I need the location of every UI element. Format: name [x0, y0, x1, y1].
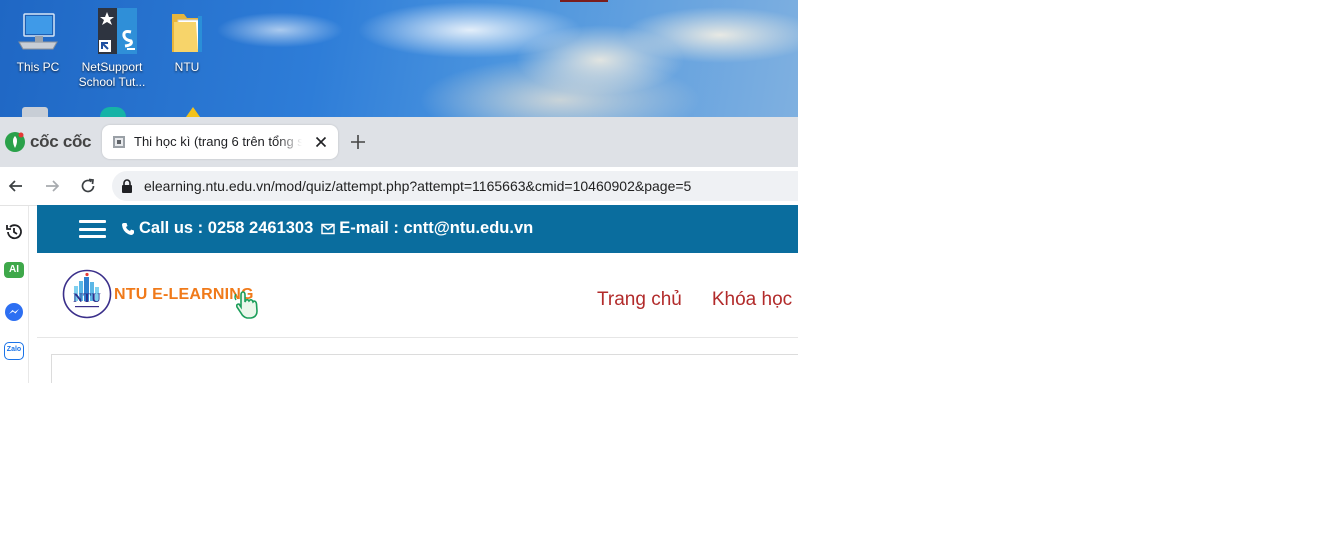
- ntu-logo[interactable]: NTU: [62, 269, 112, 319]
- desktop-icon-partial[interactable]: [22, 107, 48, 117]
- phone-text: Call us : 0258 2461303: [139, 219, 314, 237]
- zalo-label: Zalo: [6, 346, 22, 353]
- zalo-icon[interactable]: Zalo: [4, 342, 24, 360]
- this-pc-icon: [15, 8, 61, 54]
- desktop-icon-label: NTU: [174, 60, 200, 74]
- logo-text: NTU: [73, 290, 101, 305]
- folder-icon: [164, 8, 210, 54]
- url-text[interactable]: elearning.ntu.edu.vn/mod/quiz/attempt.ph…: [144, 178, 691, 194]
- desktop-icon-ntu-folder[interactable]: NTU: [152, 8, 222, 75]
- content-panel: [51, 354, 798, 383]
- ai-icon[interactable]: AI: [4, 262, 24, 278]
- messenger-icon[interactable]: [4, 302, 24, 322]
- tab-title: Thi học kì (trang 6 trên tổng số: [134, 134, 302, 149]
- ai-label: AI: [9, 264, 19, 275]
- reload-icon[interactable]: [78, 176, 98, 196]
- contact-info: Call us : 0258 2461303 E-mail : cntt@ntu…: [121, 219, 533, 238]
- main-nav: Trang chủ Khóa học: [597, 289, 798, 311]
- tab-active[interactable]: Thi học kì (trang 6 trên tổng số: [102, 125, 338, 159]
- hamburger-menu-icon[interactable]: [79, 220, 106, 238]
- forward-icon[interactable]: [42, 176, 62, 196]
- desktop-icon-label: NetSupport School Tut...: [78, 60, 146, 89]
- history-icon[interactable]: [4, 222, 24, 242]
- address-bar[interactable]: elearning.ntu.edu.vn/mod/quiz/attempt.ph…: [112, 171, 798, 201]
- nav-courses[interactable]: Khóa học: [712, 289, 792, 310]
- desktop-icon-netsupport[interactable]: NetSupport School Tut...: [77, 8, 147, 90]
- coccoc-menu[interactable]: cốc cốc: [4, 131, 92, 153]
- nav-home[interactable]: Trang chủ: [597, 289, 682, 310]
- browser-brand: cốc cốc: [30, 132, 92, 151]
- taskbar-edge: [560, 0, 608, 2]
- web-page: Call us : 0258 2461303 E-mail : cntt@ntu…: [37, 205, 798, 383]
- desktop-icon-partial[interactable]: [100, 107, 126, 117]
- new-tab-icon[interactable]: [348, 132, 368, 152]
- page-favicon-icon: [113, 136, 125, 148]
- back-icon[interactable]: [6, 176, 26, 196]
- netsupport-icon: [89, 8, 137, 54]
- phone-icon: [122, 222, 134, 235]
- email-icon: [321, 223, 336, 234]
- tab-strip: cốc cốc Thi học kì (trang 6 trên tổng số: [0, 117, 798, 167]
- desktop-icon-label: This PC: [16, 60, 60, 74]
- email-text[interactable]: E-mail : cntt@ntu.edu.vn: [339, 219, 533, 238]
- desktop-icon-partial[interactable]: [186, 107, 200, 117]
- pointing-hand-icon: [234, 291, 258, 319]
- site-header: NTU NTU E-LEARNING Trang chủ Khóa học: [37, 253, 798, 338]
- browser-toolbar: elearning.ntu.edu.vn/mod/quiz/attempt.ph…: [0, 167, 798, 206]
- close-tab-icon[interactable]: [313, 134, 329, 150]
- contact-bar: Call us : 0258 2461303 E-mail : cntt@ntu…: [37, 205, 798, 253]
- desktop-wallpaper: This PC NetSupport School Tut... NTU: [0, 0, 798, 117]
- desktop-icon-this-pc[interactable]: This PC: [3, 8, 73, 75]
- browser-window: cốc cốc Thi học kì (trang 6 trên tổng số: [0, 117, 798, 383]
- lock-icon[interactable]: [121, 179, 133, 193]
- coccoc-logo-icon: [5, 132, 25, 152]
- side-panel: AI Zalo: [0, 206, 29, 383]
